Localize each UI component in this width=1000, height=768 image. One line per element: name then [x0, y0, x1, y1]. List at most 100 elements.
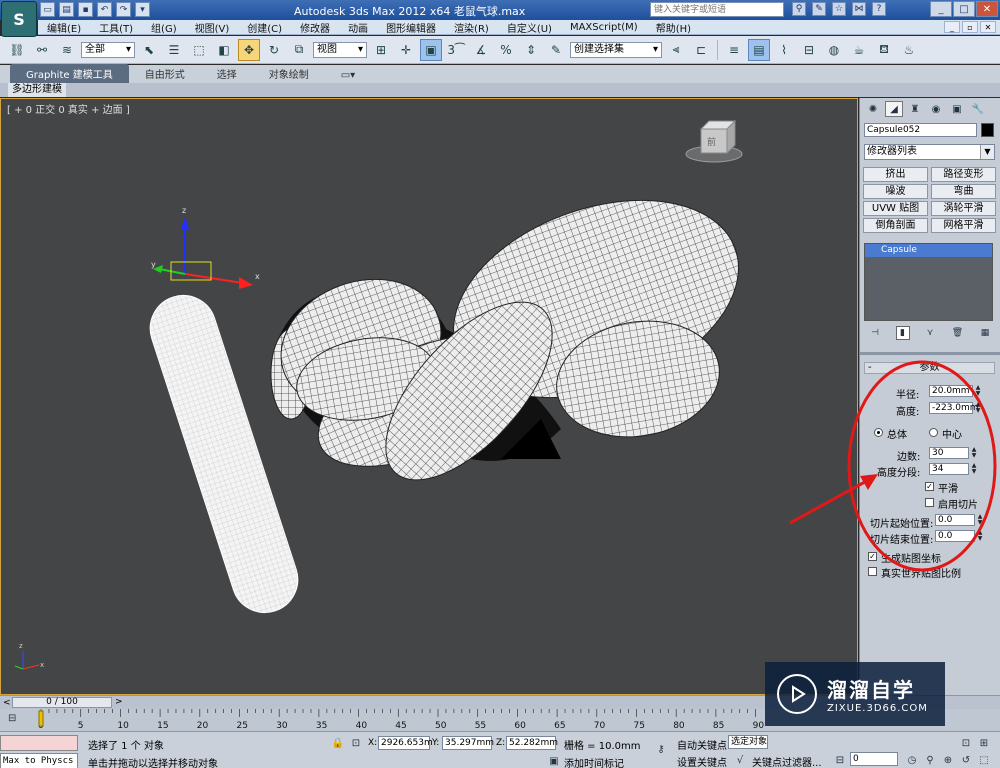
radius-field[interactable]: 20.0mm: [929, 385, 973, 397]
set-key-button[interactable]: 设置关键点: [677, 754, 727, 768]
pivot-center-icon[interactable]: ⊞: [370, 39, 392, 61]
maxscript-listener[interactable]: [0, 735, 78, 751]
bind-spacewarp-icon[interactable]: ≋: [56, 39, 78, 61]
tools-icon[interactable]: ✎: [812, 2, 826, 16]
key-filters-icon[interactable]: √: [732, 753, 748, 767]
ribbon-options-icon[interactable]: ▭▾: [325, 68, 371, 83]
reference-coord-dropdown[interactable]: 视图 ▾: [313, 41, 367, 58]
motion-tab-icon[interactable]: ◉: [927, 101, 945, 117]
new-file-icon[interactable]: ▭: [40, 2, 55, 17]
extrude-button[interactable]: 挤出: [863, 167, 928, 182]
zoom-icon[interactable]: ⚲: [922, 753, 938, 767]
object-name-field[interactable]: Capsule052: [864, 123, 977, 137]
add-time-tag-button[interactable]: 添加时间标记: [564, 755, 624, 768]
link-icon[interactable]: ⛓: [6, 39, 28, 61]
graphite-toggle-icon[interactable]: ▤: [748, 38, 770, 61]
create-tab-icon[interactable]: ✺: [864, 101, 882, 117]
maximize-button[interactable]: □: [953, 1, 975, 17]
show-end-result-icon[interactable]: ▮: [895, 326, 910, 340]
menu-create[interactable]: 创建(C): [238, 20, 291, 35]
selected-object-dropdown[interactable]: 选定对象: [728, 735, 768, 749]
schematic-view-icon[interactable]: ⊟: [798, 39, 820, 61]
remove-modifier-icon[interactable]: 🗑: [951, 326, 965, 340]
time-config-icon[interactable]: ◷: [904, 753, 920, 767]
turbosmooth-button[interactable]: 涡轮平滑: [931, 201, 996, 216]
doc-minimize-button[interactable]: _: [944, 21, 960, 33]
height-segments-field[interactable]: 34: [929, 463, 969, 475]
percent-snap-icon[interactable]: %: [495, 39, 517, 61]
align-icon[interactable]: ⊏: [690, 39, 712, 61]
radius-spinner-icon[interactable]: ▲ ▼: [974, 385, 982, 397]
slice-from-field[interactable]: 0.0: [935, 514, 975, 526]
height-field[interactable]: -223.0mm: [929, 402, 979, 414]
y-coordinate-field[interactable]: 35.297mm: [442, 736, 494, 750]
sides-spinner-icon[interactable]: ▲ ▼: [970, 447, 978, 459]
minimize-button[interactable]: _: [930, 1, 952, 17]
key-filters-button[interactable]: 关键点过滤器...: [752, 754, 822, 768]
binoculars-icon[interactable]: ⚲: [792, 2, 806, 16]
modify-tab-icon[interactable]: ◢: [885, 101, 903, 117]
move-gizmo[interactable]: z x y: [151, 206, 260, 289]
key-icon[interactable]: ⚷: [650, 742, 672, 756]
x-coordinate-field[interactable]: 2926.653m: [378, 736, 433, 750]
viewport-label[interactable]: [ + 0 正交 0 真实 + 边面 ]: [7, 101, 130, 116]
meshsmooth-button[interactable]: 网格平滑: [931, 218, 996, 233]
menu-help[interactable]: 帮助(H): [647, 20, 700, 35]
time-slider-thumb[interactable]: 0 / 100: [12, 697, 112, 708]
viewcube[interactable]: 前: [685, 119, 743, 163]
orbit-icon[interactable]: ↺: [958, 753, 974, 767]
layer-manager-icon[interactable]: ≡: [723, 39, 745, 61]
current-frame-field[interactable]: 0: [850, 752, 898, 766]
slider-next-icon[interactable]: >: [115, 697, 123, 707]
menu-edit[interactable]: 编辑(E): [38, 20, 90, 35]
height-spinner-icon[interactable]: ▲ ▼: [974, 402, 982, 414]
smooth-checkbox[interactable]: ✓: [925, 482, 934, 491]
tab-selection[interactable]: 选择: [201, 64, 253, 83]
unlink-icon[interactable]: ⚯: [31, 39, 53, 61]
height-segments-spinner-icon[interactable]: ▲ ▼: [970, 463, 978, 475]
window-crossing-icon[interactable]: ◧: [213, 39, 235, 61]
z-coordinate-field[interactable]: 52.282mm: [506, 736, 558, 750]
parameters-header[interactable]: - 参数: [864, 362, 995, 374]
path-deform-button[interactable]: 路径变形: [931, 167, 996, 182]
render-setup-icon[interactable]: ☕: [848, 39, 870, 61]
network-icon[interactable]: ⋈: [852, 2, 866, 16]
sides-field[interactable]: 30: [929, 447, 969, 459]
menu-tools[interactable]: 工具(T): [90, 20, 142, 35]
maxscript-mini-input[interactable]: Max to Physcs (: [0, 753, 78, 768]
rect-region-icon[interactable]: ⬚: [188, 39, 210, 61]
app-logo-button[interactable]: S: [1, 1, 37, 37]
zoom-extents-icon[interactable]: ⊡: [958, 736, 974, 750]
search-input[interactable]: [650, 2, 784, 17]
open-file-icon[interactable]: ▤: [59, 2, 74, 17]
slice-on-checkbox[interactable]: [925, 498, 934, 507]
timeline-ruler[interactable]: 051015202530354045505560657075808590: [36, 709, 766, 731]
maximize-viewport-icon[interactable]: ⬚: [976, 753, 992, 767]
select-and-move-icon[interactable]: ✥: [238, 38, 260, 61]
menu-graph-editors[interactable]: 图形编辑器: [377, 20, 445, 35]
noise-button[interactable]: 噪波: [863, 184, 928, 199]
curve-editor-icon[interactable]: ⌇: [773, 39, 795, 61]
spinner-snap-icon[interactable]: ⇕: [520, 39, 542, 61]
slice-from-spinner-icon[interactable]: ▲ ▼: [976, 514, 984, 526]
time-marker[interactable]: [38, 710, 44, 727]
render-production-icon[interactable]: ♨: [898, 39, 920, 61]
center-radio[interactable]: [929, 428, 938, 437]
save-file-icon[interactable]: ▪: [78, 2, 93, 17]
qat-dropdown-icon[interactable]: ▾: [135, 2, 150, 17]
undo-icon[interactable]: ↶: [97, 2, 112, 17]
uvw-map-button[interactable]: UVW 贴图: [863, 201, 928, 216]
slice-to-spinner-icon[interactable]: ▲ ▼: [976, 530, 984, 542]
auto-key-button[interactable]: 自动关键点: [677, 737, 727, 752]
pin-stack-icon[interactable]: ⊣: [868, 326, 882, 340]
mirror-icon[interactable]: ⫷: [665, 39, 687, 61]
slider-prev-icon[interactable]: <: [3, 698, 11, 708]
doc-close-button[interactable]: ✕: [980, 21, 996, 33]
tab-polygon-modeling[interactable]: 多边形建模: [8, 83, 66, 97]
configure-sets-icon[interactable]: ▦: [978, 326, 992, 340]
key-mode-icon[interactable]: ⊟: [832, 753, 848, 767]
star-icon[interactable]: ☆: [832, 2, 846, 16]
slice-to-field[interactable]: 0.0: [935, 530, 975, 542]
modifier-stack[interactable]: Capsule: [864, 243, 993, 321]
select-object-icon[interactable]: ⬉: [138, 39, 160, 61]
